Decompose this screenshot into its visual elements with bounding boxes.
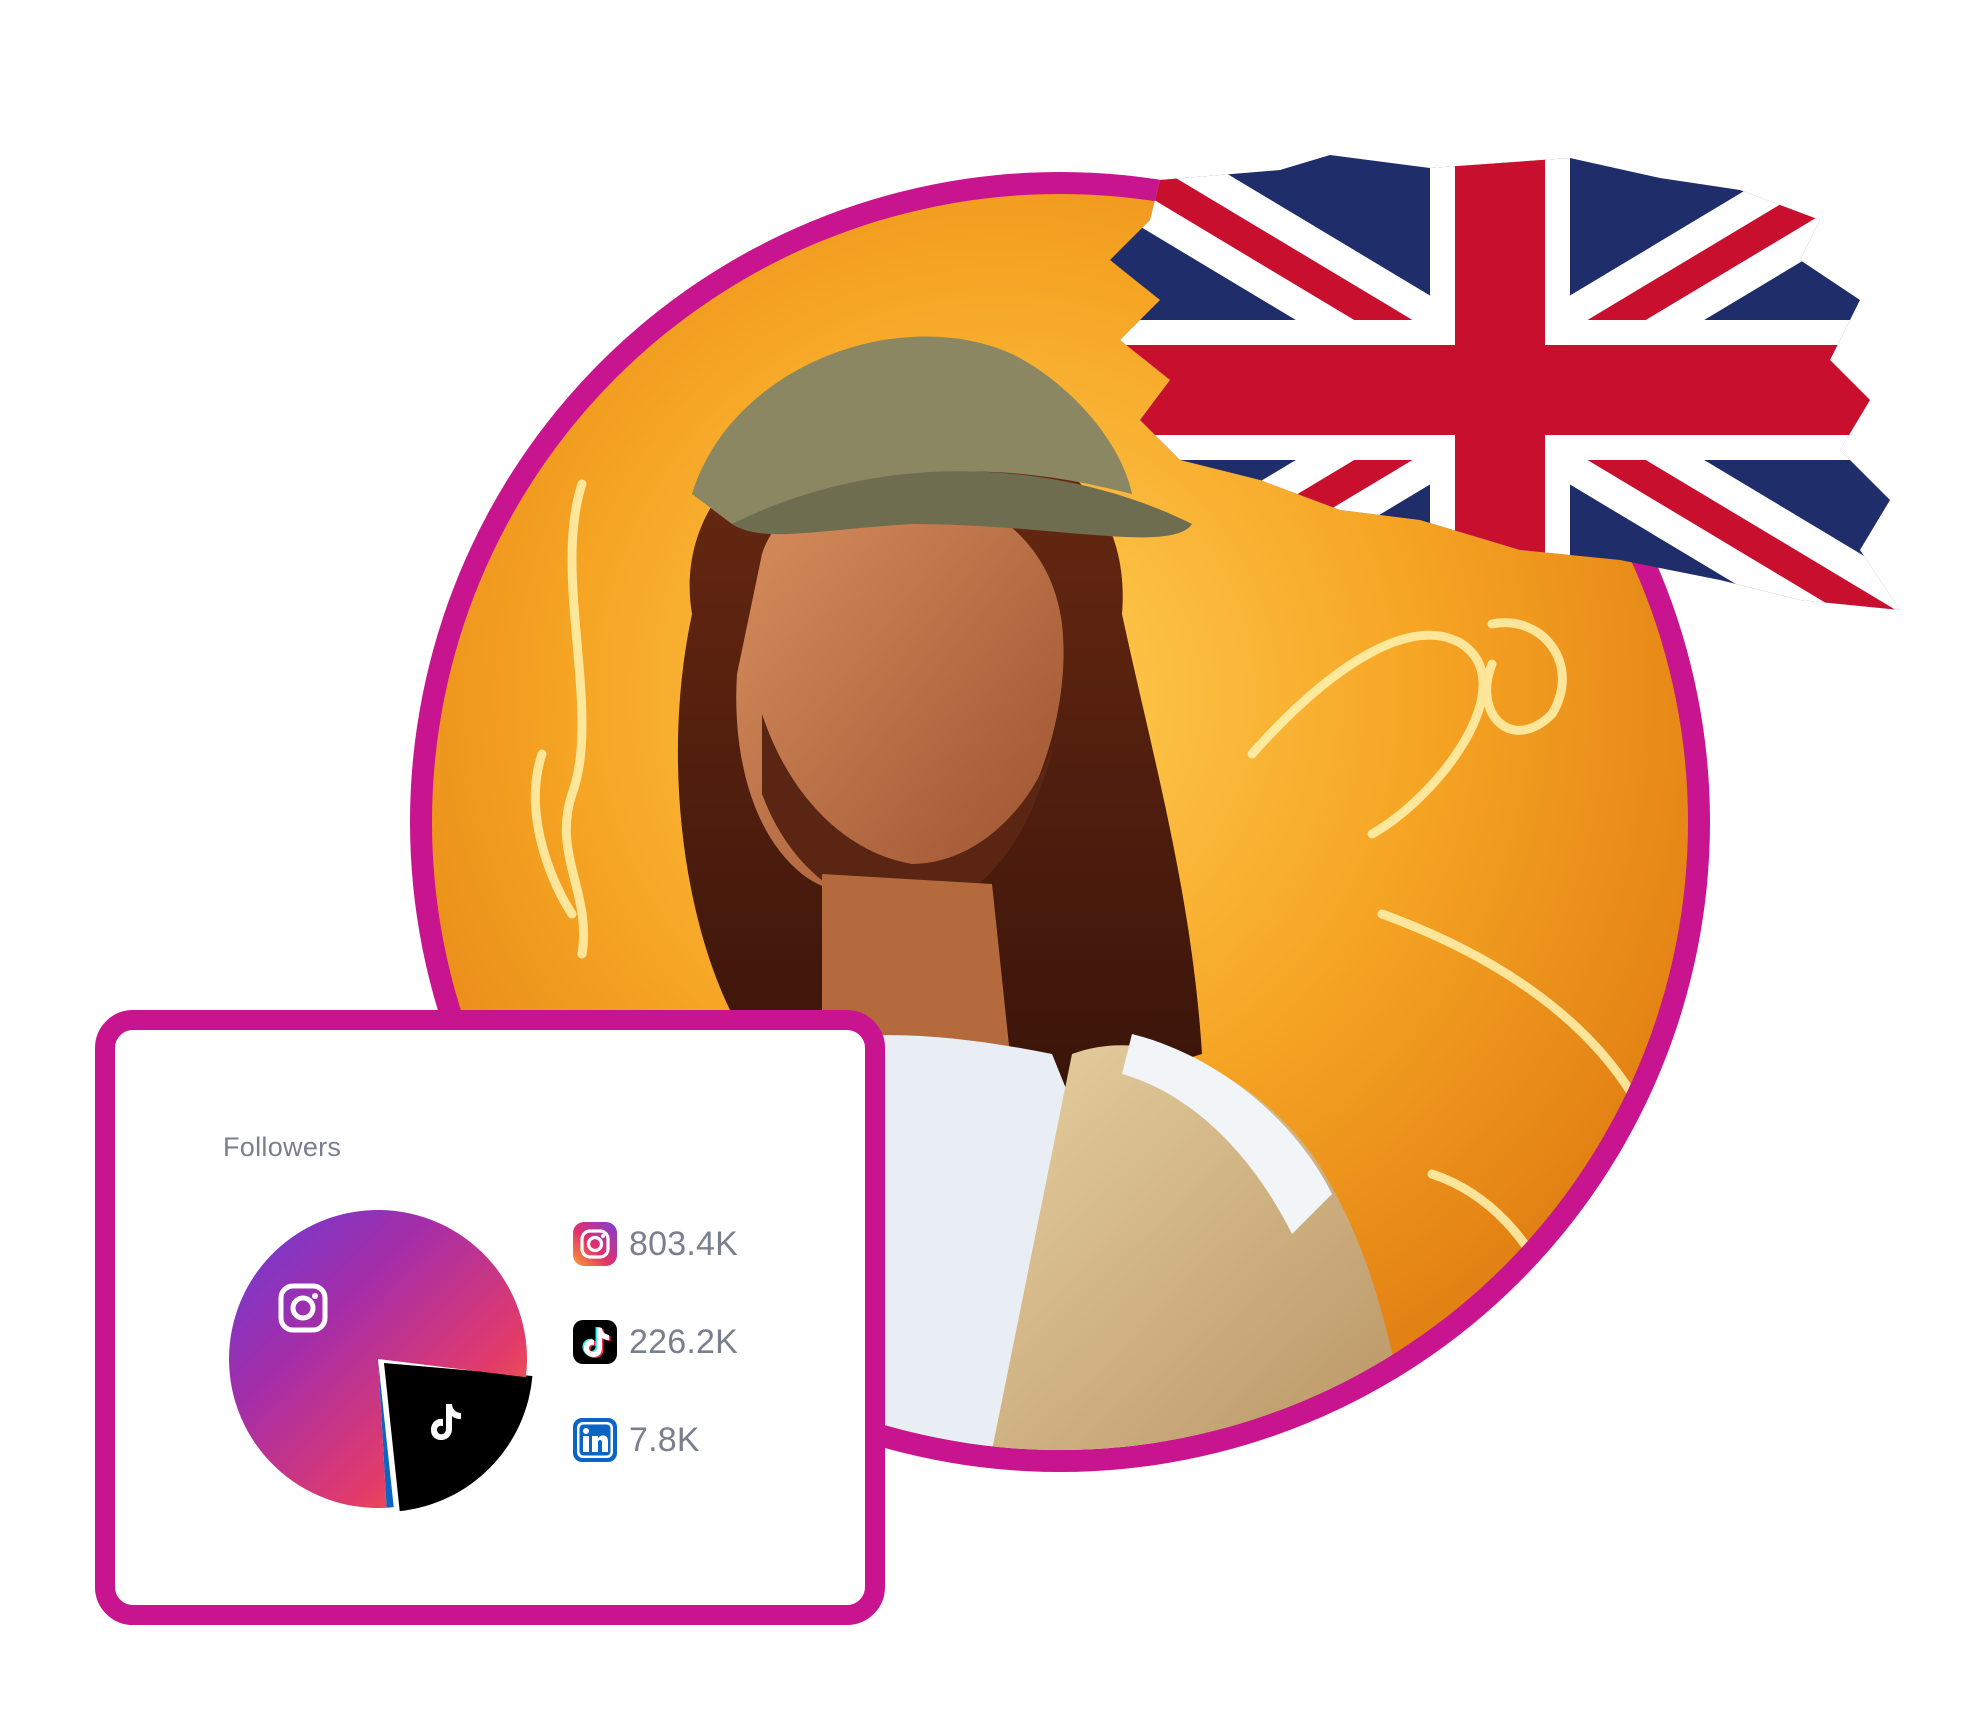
- tiktok-followers-value: 226.2K: [629, 1322, 738, 1361]
- followers-title: Followers: [223, 1132, 342, 1162]
- tiktok-icon: [573, 1320, 617, 1364]
- union-jack-flag-icon: [1100, 150, 1900, 630]
- instagram-followers-value: 803.4K: [629, 1224, 738, 1263]
- pie-slice-tiktok: [384, 1363, 533, 1512]
- legend-item-instagram[interactable]: 803.4K: [573, 1220, 738, 1268]
- linkedin-icon: [573, 1418, 617, 1462]
- instagram-icon: [573, 1222, 617, 1266]
- followers-card: Followers 803.4K 226.2K 7.8K: [95, 1010, 885, 1625]
- linkedin-followers-value: 7.8K: [629, 1420, 700, 1459]
- followers-legend: 803.4K 226.2K 7.8K: [573, 1220, 738, 1514]
- legend-item-tiktok[interactable]: 226.2K: [573, 1318, 738, 1366]
- legend-item-linkedin[interactable]: 7.8K: [573, 1416, 738, 1464]
- followers-pie-chart: [227, 1208, 533, 1512]
